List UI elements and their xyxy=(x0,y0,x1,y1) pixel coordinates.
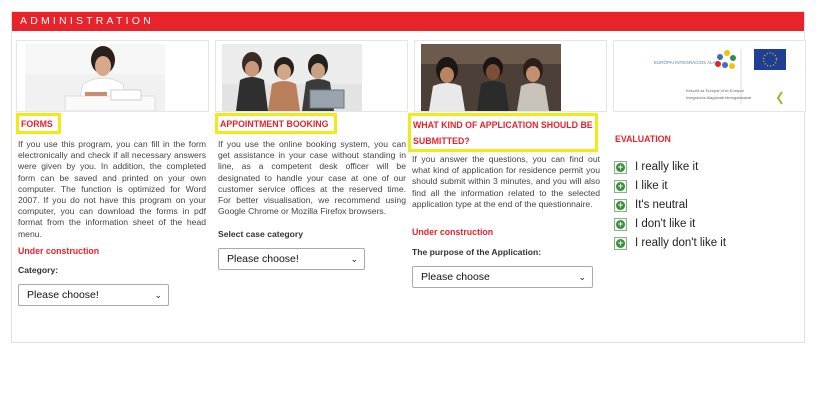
forms-description: If you use this program, you can fill in… xyxy=(18,139,206,239)
forms-category-label: Category: xyxy=(18,265,59,275)
rating-option-label: I really don't like it xyxy=(635,237,727,249)
plus-icon[interactable]: + xyxy=(614,217,627,231)
forms-category-value: Please choose! xyxy=(27,289,99,301)
eu-integration-fund-logo: EURÓPAI INTEGRÁCIÓS ALAP Készült az Euró… xyxy=(654,49,786,105)
plus-icon[interactable]: + xyxy=(614,236,627,250)
rating-option[interactable]: + It's neutral xyxy=(614,197,688,213)
evaluation-column: EURÓPAI INTEGRÁCIÓS ALAP Készült az Euró… xyxy=(613,40,806,330)
rating-option[interactable]: + I really like it xyxy=(614,159,698,175)
application-purpose-select[interactable]: Please choose ⌄ xyxy=(412,266,593,288)
section-title: ADMINISTRATION xyxy=(20,15,154,27)
forms-image-frame xyxy=(16,40,209,112)
application-photo xyxy=(421,44,561,111)
section-header: ADMINISTRATION xyxy=(12,12,804,31)
rating-option-label: I like it xyxy=(635,180,668,192)
administration-panel: ADMINISTRATION FORMS If you use this pro… xyxy=(11,11,806,343)
appointment-column: APPOINTMENT BOOKING If you use the onlin… xyxy=(215,40,408,330)
appointment-image-frame xyxy=(215,40,408,112)
application-status: Under construction xyxy=(412,227,494,237)
application-description: If you answer the questions, you can fin… xyxy=(412,154,600,209)
evaluation-title: EVALUATION xyxy=(615,134,671,144)
appointment-category-select[interactable]: Please choose! ⌄ xyxy=(218,248,365,270)
application-column: WHAT KIND OF APPLICATION SHOULD BE SUBMI… xyxy=(408,40,607,330)
rating-option[interactable]: + I like it xyxy=(614,178,668,194)
eu-logo-frame: EURÓPAI INTEGRÁCIÓS ALAP Készült az Euró… xyxy=(613,40,806,112)
application-title-line1: WHAT KIND OF APPLICATION SHOULD BE xyxy=(413,120,593,130)
forms-column: FORMS If you use this program, you can f… xyxy=(16,40,209,330)
rating-option[interactable]: + I don't like it xyxy=(614,216,695,232)
chevron-down-icon: ⌄ xyxy=(154,290,162,300)
rating-option-label: It's neutral xyxy=(635,199,688,211)
appointment-photo xyxy=(222,44,362,111)
application-highlight: WHAT KIND OF APPLICATION SHOULD BE SUBMI… xyxy=(408,113,598,152)
eu-caption-line2: Integrációs Alapjának támogatásával xyxy=(686,95,751,100)
application-title-line2: SUBMITTED? xyxy=(413,136,470,146)
plus-icon[interactable]: + xyxy=(614,160,627,174)
forms-photo xyxy=(25,44,165,111)
application-title[interactable]: WHAT KIND OF APPLICATION SHOULD BE SUBMI… xyxy=(411,116,595,149)
application-purpose-label: The purpose of the Application: xyxy=(412,247,542,257)
application-purpose-value: Please choose xyxy=(421,271,490,283)
forms-category-select[interactable]: Please choose! ⌄ xyxy=(18,284,169,306)
appointment-description: If you use the online booking system, yo… xyxy=(218,139,406,217)
rating-option[interactable]: + I really don't like it xyxy=(614,235,726,251)
rating-option-label: I don't like it xyxy=(635,218,696,230)
forms-title[interactable]: FORMS xyxy=(19,116,58,133)
forms-highlight: FORMS xyxy=(16,113,61,134)
appointment-category-value: Please choose! xyxy=(227,253,299,265)
eu-caption-line1: Készült az Európai Unió Európai xyxy=(686,88,744,93)
appointment-category-label: Select case category xyxy=(218,229,304,239)
chevron-down-icon: ⌄ xyxy=(350,254,358,264)
appointment-highlight: APPOINTMENT BOOKING xyxy=(215,113,337,134)
forms-status: Under construction xyxy=(18,246,100,256)
eu-fund-text: EURÓPAI INTEGRÁCIÓS ALAP xyxy=(654,59,719,65)
application-image-frame xyxy=(414,40,607,112)
chevron-down-icon: ⌄ xyxy=(578,272,586,282)
plus-icon[interactable]: + xyxy=(614,179,627,193)
rating-option-label: I really like it xyxy=(635,161,699,173)
plus-icon[interactable]: + xyxy=(614,198,627,212)
appointment-title[interactable]: APPOINTMENT BOOKING xyxy=(218,116,334,133)
